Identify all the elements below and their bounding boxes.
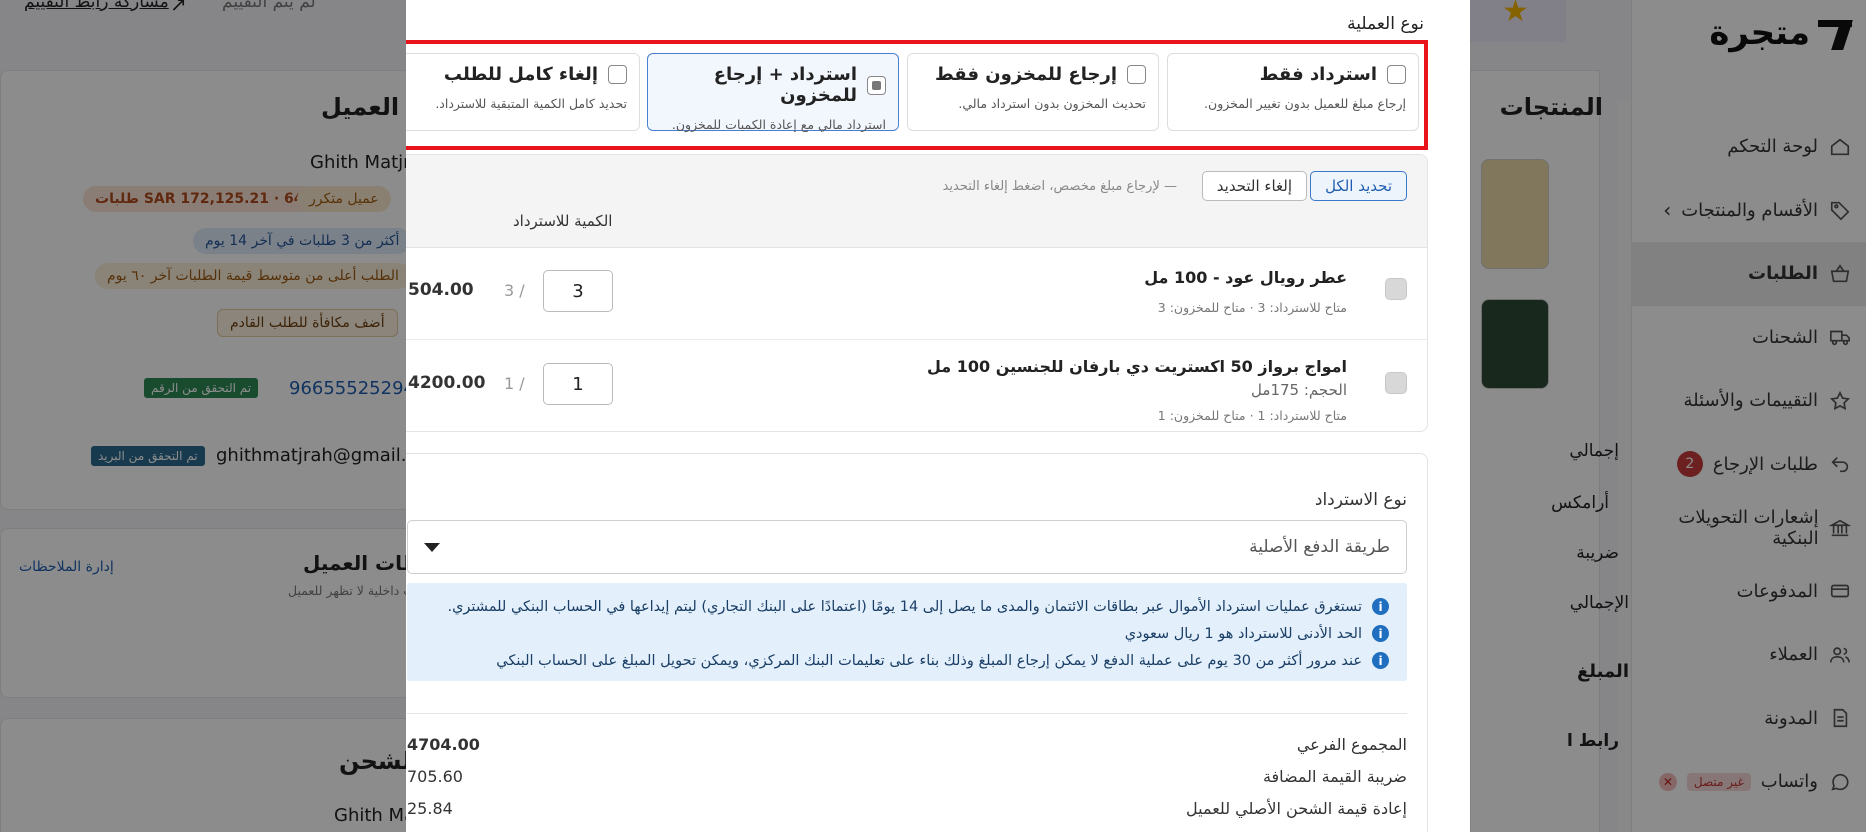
- item-amount: 4200.00: [408, 373, 486, 393]
- qty-column-header: الكمية للاسترداد: [513, 212, 613, 230]
- summary-label: المجموع الفرعي: [1296, 735, 1407, 754]
- quantity-input[interactable]: [543, 270, 613, 312]
- info-text: الحد الأدنى للاسترداد هو 1 ريال سعودي: [1124, 625, 1362, 642]
- info-icon: i: [1372, 625, 1389, 642]
- info-icon: i: [1372, 652, 1389, 669]
- option-title: إرجاع للمخزون فقط: [934, 64, 1117, 85]
- info-text: تستغرق عمليات استرداد الأموال عبر بطاقات…: [447, 598, 1362, 615]
- row-checkbox[interactable]: [1385, 372, 1407, 394]
- refund-method-select[interactable]: طريقة الدفع الأصلية: [407, 520, 1407, 574]
- option-title: إلغاء كامل للطلب: [443, 64, 598, 85]
- item-variant: الحجم: 175مل: [1251, 381, 1347, 399]
- option-checkbox[interactable]: [867, 75, 886, 95]
- operation-type-options: استرداد فقط إرجاع مبلغ للعميل بدون تغيير…: [406, 40, 1428, 150]
- item-availability: متاح للاسترداد: 3 · متاح للمخزون: 3: [1157, 300, 1347, 315]
- table-row: عطر رويال عود - 100 مل متاح للاسترداد: 3…: [406, 248, 1427, 340]
- info-line: i عند مرور أكثر من 30 يوم على عملية الدف…: [425, 647, 1389, 674]
- summary-value: 25.84: [407, 799, 453, 818]
- refund-type-label: نوع الاسترداد: [1314, 490, 1407, 510]
- divider: [407, 713, 1407, 714]
- info-line: i تستغرق عمليات استرداد الأموال عبر بطاق…: [425, 593, 1389, 620]
- operation-type-label: نوع العملية: [1347, 14, 1424, 34]
- option-description: تحديث المخزون بدون استرداد مالي.: [958, 96, 1146, 111]
- option-description: استرداد مالي مع إعادة الكميات للمخزون.: [671, 117, 886, 132]
- clear-selection-button[interactable]: إلغاء التحديد: [1201, 171, 1307, 201]
- info-icon: i: [1372, 598, 1389, 615]
- table-row: امواج برواز 50 اكستريت دي بارفان للجنسين…: [406, 341, 1427, 431]
- option-title: استرداد فقط: [1259, 64, 1377, 85]
- option-description: تحديد كامل الكمية المتبقية للاسترداد.: [435, 96, 627, 111]
- option-restock-only[interactable]: إرجاع للمخزون فقط تحديث المخزون بدون است…: [907, 53, 1159, 131]
- summary-value: 4704.00: [407, 735, 480, 754]
- option-checkbox[interactable]: [1127, 65, 1146, 84]
- option-checkbox[interactable]: [1387, 65, 1406, 84]
- option-title: استرداد + إرجاع للمخزون: [713, 64, 857, 106]
- custom-amount-hint: — لإرجاع مبلغ مخصص، اضغط إلغاء التحديد: [942, 179, 1177, 194]
- info-text: عند مرور أكثر من 30 يوم على عملية الدفع …: [496, 652, 1362, 669]
- quantity-max: / 3: [504, 281, 525, 300]
- item-name: عطر رويال عود - 100 مل: [1144, 268, 1347, 287]
- option-refund-only[interactable]: استرداد فقط إرجاع مبلغ للعميل بدون تغيير…: [1167, 53, 1419, 131]
- shipping-refund-row: إعادة قيمة الشحن الأصلي للعميل 25.84: [407, 799, 1407, 818]
- summary-label: إعادة قيمة الشحن الأصلي للعميل: [1186, 799, 1407, 818]
- subtotal-row: المجموع الفرعي 4704.00: [407, 735, 1407, 754]
- vat-row: ضريبة القيمة المضافة 705.60: [407, 767, 1407, 786]
- quantity-max: / 1: [504, 374, 525, 393]
- refund-details-card: نوع الاسترداد طريقة الدفع الأصلية i تستغ…: [406, 453, 1428, 832]
- item-name: امواج برواز 50 اكستريت دي بارفان للجنسين…: [926, 357, 1347, 376]
- option-refund-and-restock[interactable]: استرداد + إرجاع للمخزون استرداد مالي مع …: [647, 53, 899, 132]
- item-availability: متاح للاسترداد: 1 · متاح للمخزون: 1: [1157, 408, 1347, 423]
- row-checkbox[interactable]: [1385, 278, 1407, 300]
- select-all-button[interactable]: تحديد الكل: [1310, 171, 1407, 201]
- option-description: إرجاع مبلغ للعميل بدون تغيير المخزون.: [1204, 96, 1406, 111]
- quantity-input[interactable]: [543, 363, 613, 405]
- item-amount: 504.00: [408, 280, 474, 300]
- refund-method-value: طريقة الدفع الأصلية: [1249, 537, 1390, 557]
- option-checkbox[interactable]: [608, 65, 627, 84]
- chevron-down-icon: [424, 542, 440, 552]
- info-line: i الحد الأدنى للاسترداد هو 1 ريال سعودي: [425, 620, 1389, 647]
- refund-items-card: تحديد الكل إلغاء التحديد — لإرجاع مبلغ م…: [406, 154, 1428, 432]
- refund-modal: نوع العملية استرداد فقط إرجاع مبلغ للعمي…: [406, 0, 1470, 832]
- option-full-cancel[interactable]: إلغاء كامل للطلب تحديد كامل الكمية المتب…: [406, 53, 640, 131]
- summary-value: 705.60: [407, 767, 463, 786]
- items-toolbar: تحديد الكل إلغاء التحديد — لإرجاع مبلغ م…: [406, 155, 1427, 248]
- summary-label: ضريبة القيمة المضافة: [1262, 767, 1407, 786]
- refund-info-box: i تستغرق عمليات استرداد الأموال عبر بطاق…: [407, 583, 1407, 681]
